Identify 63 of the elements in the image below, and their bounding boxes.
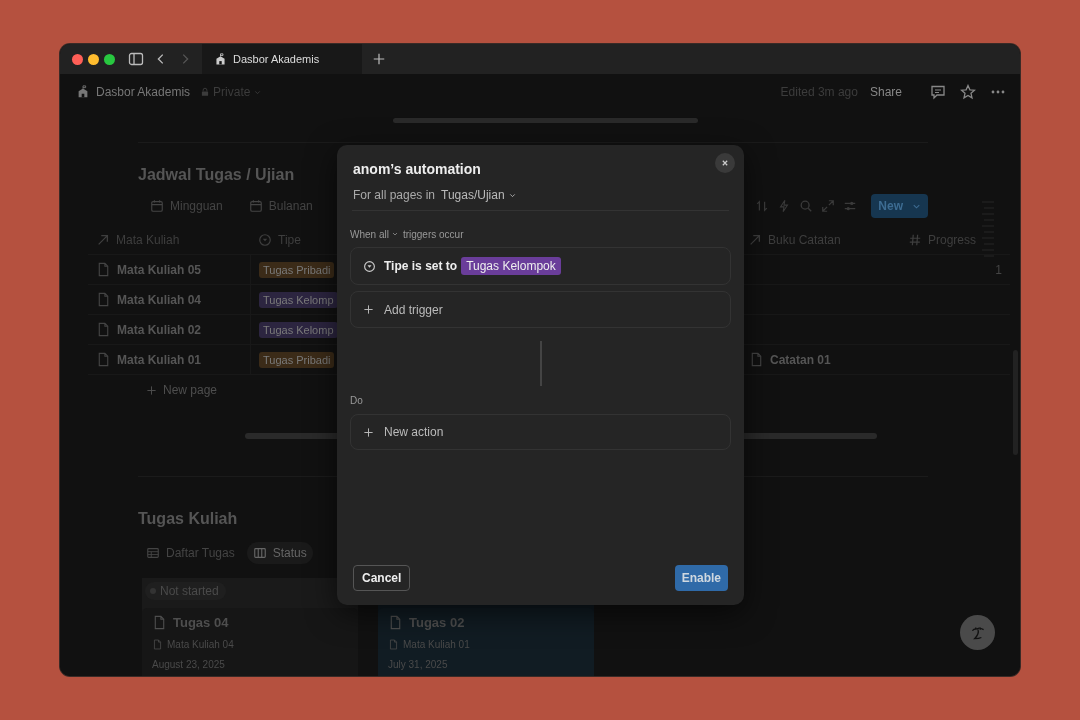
- row-title[interactable]: Mata Kuliah 02: [117, 322, 202, 337]
- trigger-row[interactable]: Tipe is set to Tugas Kelompok: [350, 247, 731, 285]
- page-icon: [152, 615, 167, 630]
- close-light-icon[interactable]: [72, 53, 83, 65]
- relation-icon: [96, 232, 110, 247]
- view-tab[interactable]: Status: [246, 542, 313, 564]
- chevron-icon: [390, 230, 399, 238]
- plus-icon: [146, 384, 157, 396]
- page-icon: [96, 352, 111, 367]
- database-picker[interactable]: Tugas/Ujian: [441, 188, 517, 202]
- new-page-button[interactable]: New page: [146, 383, 218, 397]
- type-tag: Tugas Kelomp: [259, 291, 338, 308]
- relation-icon: [748, 232, 762, 247]
- table-icon: [146, 546, 160, 560]
- scope-label: For all pages in: [353, 188, 436, 202]
- share-button[interactable]: Share: [869, 85, 902, 99]
- browser-tab[interactable]: Dasbor Akademis: [202, 44, 362, 74]
- enable-button[interactable]: Enable: [674, 565, 728, 591]
- new-tab-icon[interactable]: [372, 52, 386, 66]
- comment-icon[interactable]: [930, 84, 946, 100]
- page-icon: [388, 639, 399, 650]
- row-title[interactable]: Mata Kuliah 04: [117, 292, 202, 307]
- type-tag: Tugas Pribadi: [259, 261, 335, 278]
- lock-icon: [200, 87, 211, 97]
- page-icon: [388, 615, 403, 630]
- trigger-mode-dropdown[interactable]: When all: [350, 228, 399, 240]
- minimize-light-icon[interactable]: [88, 53, 99, 65]
- close-icon: [720, 158, 730, 168]
- star-icon[interactable]: [960, 84, 976, 100]
- row-title[interactable]: Mata Kuliah 01: [117, 352, 202, 367]
- sidebar-toggle-icon[interactable]: [128, 51, 144, 67]
- school-icon: [76, 85, 90, 99]
- plus-icon: [363, 426, 374, 438]
- add-trigger-button[interactable]: Add trigger: [350, 291, 731, 328]
- calendar-icon: [248, 199, 263, 213]
- number-icon: [908, 232, 922, 247]
- page-icon: [96, 292, 111, 307]
- calendar-icon: [150, 199, 164, 213]
- section-title: Jadwal Tugas / Ujian: [138, 166, 295, 184]
- notebook-link[interactable]: Catatan 01: [770, 352, 831, 367]
- page-icon: [749, 352, 764, 367]
- board-icon: [252, 546, 267, 560]
- close-button[interactable]: [715, 153, 735, 173]
- school-icon: [214, 52, 227, 66]
- page-icon: [152, 639, 163, 650]
- new-action-button[interactable]: New action: [350, 414, 731, 450]
- breadcrumb-link[interactable]: Dasbor Akademis: [76, 85, 191, 99]
- card-title: Tugas 04: [173, 615, 229, 630]
- section-label: Do: [350, 395, 364, 407]
- cancel-button[interactable]: Cancel: [353, 565, 411, 591]
- value-tag: Tugas Kelompok: [461, 257, 561, 275]
- page-icon: [96, 322, 111, 337]
- select-icon: [258, 232, 272, 247]
- type-tag: Tugas Kelomp: [259, 321, 338, 338]
- select-icon: [363, 259, 376, 273]
- new-button[interactable]: New: [871, 194, 928, 218]
- type-tag: Tugas Pribadi: [259, 351, 335, 368]
- row-title[interactable]: Mata Kuliah 05: [117, 262, 202, 277]
- zoom-light-icon[interactable]: [104, 53, 115, 65]
- page-icon: [96, 262, 111, 277]
- dialog-title: anom’s automation: [352, 160, 482, 178]
- plus-icon: [363, 304, 374, 315]
- section-title: Tugas Kuliah: [138, 510, 238, 528]
